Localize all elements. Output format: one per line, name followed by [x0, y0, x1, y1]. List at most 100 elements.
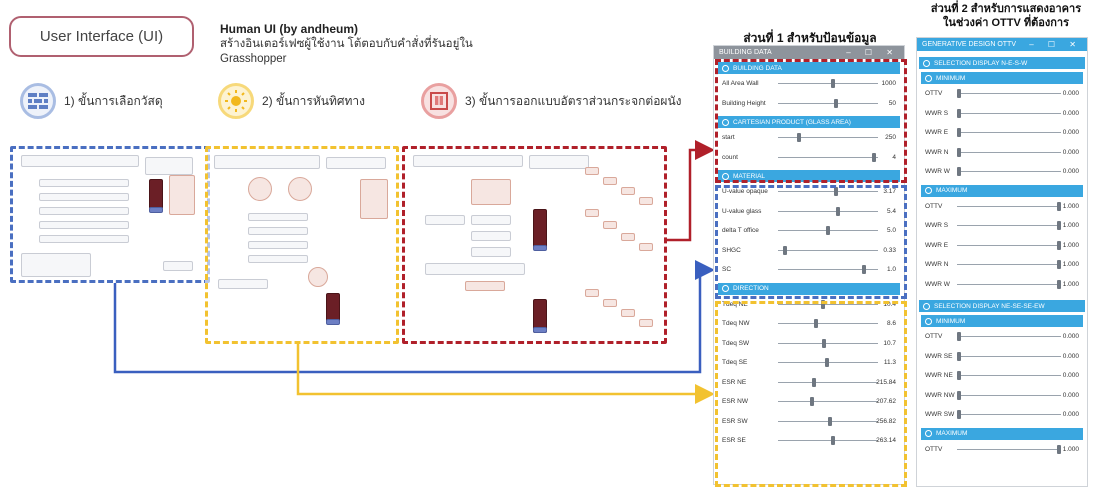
slider-track[interactable]	[957, 93, 1061, 94]
slider-track[interactable]	[957, 336, 1061, 337]
slider-thumb[interactable]	[826, 226, 830, 235]
slider-track[interactable]	[778, 323, 878, 324]
slider-thumb[interactable]	[1057, 260, 1061, 269]
group-header[interactable]: MINIMUM	[921, 315, 1083, 327]
slider-thumb[interactable]	[825, 358, 830, 367]
group-header[interactable]: SELECTION DISPLAY N-E-S-W	[919, 57, 1085, 69]
slider-thumb[interactable]	[814, 319, 819, 328]
slider-value: 0.000	[1062, 168, 1079, 175]
collapse-icon[interactable]	[722, 172, 729, 180]
slider-track[interactable]	[957, 171, 1061, 172]
collapse-icon[interactable]	[925, 187, 932, 194]
slider-thumb[interactable]	[957, 167, 961, 176]
slider-track[interactable]	[957, 132, 1061, 133]
slider-track[interactable]	[957, 225, 1061, 226]
slider-track[interactable]	[778, 156, 878, 158]
slider-thumb[interactable]	[957, 108, 961, 118]
slider-track[interactable]	[957, 112, 1061, 114]
group-header[interactable]: MAXIMUM	[921, 427, 1083, 440]
slider-thumb[interactable]	[833, 187, 838, 196]
slider-row: WWR SW 0.000	[923, 405, 1081, 425]
slider-thumb[interactable]	[957, 390, 961, 400]
slider-track[interactable]	[778, 381, 878, 383]
collapse-icon[interactable]	[925, 317, 932, 325]
slider-track[interactable]	[957, 355, 1061, 357]
slider-thumb[interactable]	[1057, 444, 1061, 454]
slider-row: OTTV 0.000	[923, 84, 1081, 104]
slider-thumb[interactable]	[862, 265, 867, 274]
slider-track[interactable]	[778, 137, 878, 138]
arrow-red	[667, 140, 715, 242]
slider-thumb[interactable]	[835, 206, 840, 216]
slider-track[interactable]	[778, 342, 878, 344]
group-header[interactable]: CARTESIAN PRODUCT (GLASS AREA)	[718, 116, 900, 128]
slider-thumb[interactable]	[809, 397, 814, 406]
slider-thumb[interactable]	[830, 79, 835, 88]
slider-thumb[interactable]	[957, 147, 961, 157]
group-header[interactable]: MINIMUM	[921, 72, 1083, 84]
slider-track[interactable]	[957, 448, 1061, 450]
collapse-icon[interactable]	[925, 74, 932, 82]
slider-track[interactable]	[957, 151, 1061, 153]
slider-track[interactable]	[778, 102, 878, 104]
slider-track[interactable]	[957, 244, 1061, 246]
slider-track[interactable]	[778, 440, 878, 441]
slider-track[interactable]	[957, 205, 1061, 207]
slider-track[interactable]	[778, 210, 878, 212]
slider-thumb[interactable]	[872, 152, 877, 162]
slider-thumb[interactable]	[782, 245, 787, 255]
group-header[interactable]: SELECTION DISPLAY NE-SE-SE-EW	[919, 300, 1085, 312]
slider-thumb[interactable]	[957, 351, 961, 361]
collapse-icon[interactable]	[923, 302, 930, 310]
group-title: MATERIAL	[733, 172, 766, 180]
slider-thumb[interactable]	[1057, 279, 1061, 289]
slider-track[interactable]	[957, 283, 1061, 285]
slider-value: 1.000	[1062, 445, 1079, 453]
collapse-icon[interactable]	[722, 285, 729, 292]
window-title-bar[interactable]: BUILDING DATA – ☐ ✕	[714, 46, 904, 59]
slider-label: Tdeq NW	[722, 320, 750, 327]
slider-thumb[interactable]	[957, 410, 961, 419]
slider-thumb[interactable]	[957, 332, 961, 341]
slider-value: 0.000	[1062, 411, 1079, 418]
window-title-bar[interactable]: GENERATIVE DESIGN OTTV – ☐ ✕	[917, 38, 1087, 51]
group-header[interactable]: MAXIMUM	[921, 184, 1083, 197]
window-controls-icon[interactable]: – ☐ ✕	[846, 48, 899, 57]
group-header[interactable]: BUILDING DATA	[718, 62, 900, 74]
collapse-icon[interactable]	[722, 118, 729, 126]
slider-track[interactable]	[957, 375, 1061, 376]
slider-track[interactable]	[778, 191, 878, 192]
group-header[interactable]: DIRECTION	[718, 282, 900, 295]
collapse-icon[interactable]	[722, 64, 729, 72]
slider-thumb[interactable]	[1057, 201, 1061, 211]
slider-thumb[interactable]	[957, 371, 961, 380]
slider-track[interactable]	[778, 401, 878, 402]
slider-track[interactable]	[778, 83, 878, 84]
slider-thumb[interactable]	[1057, 240, 1061, 250]
group-header[interactable]: MATERIAL	[718, 170, 900, 182]
slider-track[interactable]	[957, 394, 1061, 396]
slider-thumb[interactable]	[821, 299, 826, 309]
slider-track[interactable]	[778, 249, 878, 251]
generative-design-window: GENERATIVE DESIGN OTTV – ☐ ✕ SELECTION D…	[916, 37, 1088, 487]
slider-thumb[interactable]	[827, 416, 832, 426]
slider-track[interactable]	[957, 414, 1061, 415]
slider-value: 0.000	[1062, 148, 1079, 156]
slider-thumb[interactable]	[797, 133, 802, 142]
slider-label: delta T office	[722, 227, 759, 234]
slider-track[interactable]	[778, 303, 878, 305]
slider-track[interactable]	[957, 264, 1061, 265]
window-controls-icon[interactable]: – ☐ ✕	[1029, 40, 1082, 49]
slider-thumb[interactable]	[833, 98, 838, 108]
collapse-icon[interactable]	[925, 430, 932, 437]
slider-thumb[interactable]	[822, 338, 827, 348]
collapse-icon[interactable]	[923, 59, 930, 67]
slider-row: U-value glass 5.4	[720, 202, 898, 222]
slider-thumb[interactable]	[830, 436, 835, 445]
slider-thumb[interactable]	[811, 377, 816, 387]
slider-thumb[interactable]	[957, 128, 961, 137]
slider-thumb[interactable]	[957, 89, 961, 98]
slider-thumb[interactable]	[1057, 221, 1061, 230]
slider-row: WWR S 1.000	[923, 216, 1081, 236]
slider-value: 50	[888, 99, 896, 107]
